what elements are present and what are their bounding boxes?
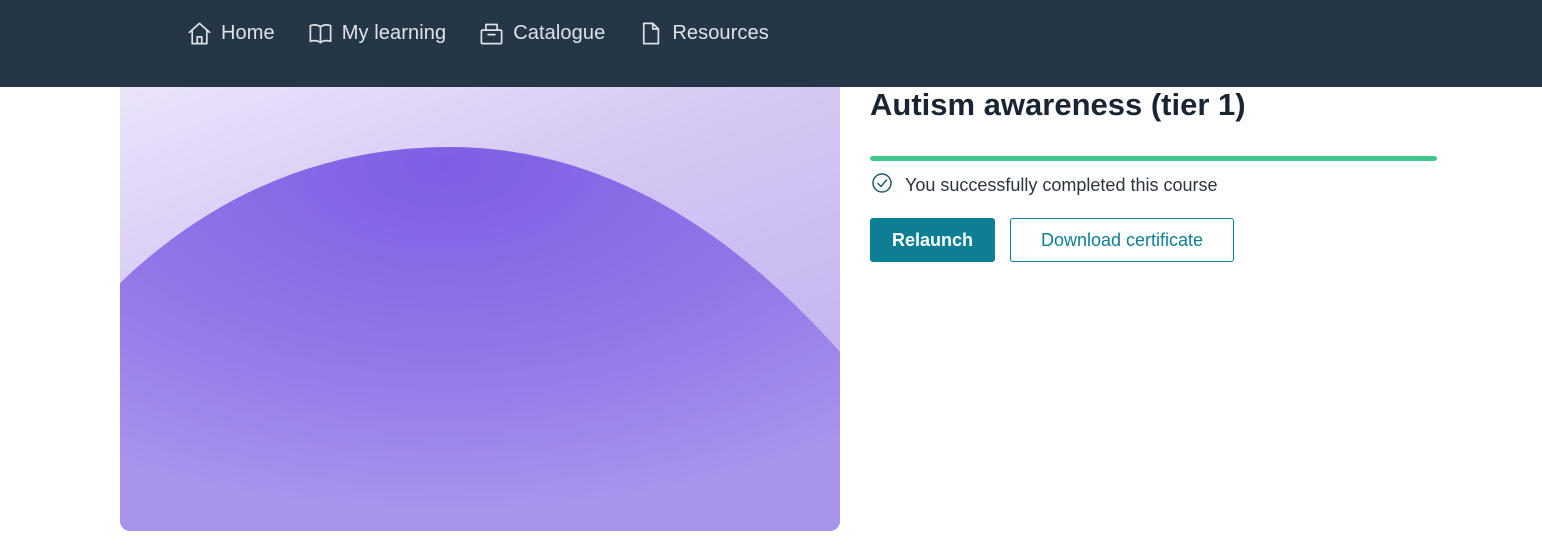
course-image bbox=[120, 87, 840, 531]
catalogue-icon bbox=[478, 20, 505, 47]
completion-status: You successfully completed this course bbox=[871, 172, 1218, 199]
course-title: Autism awareness (tier 1) bbox=[870, 87, 1246, 122]
check-circle-icon bbox=[871, 172, 893, 199]
completion-status-text: You successfully completed this course bbox=[905, 175, 1218, 195]
progress-bar-fill bbox=[870, 156, 1437, 161]
main-nav: Home My learning Catalogue Resources bbox=[186, 18, 769, 48]
course-actions: Relaunch Download certificate bbox=[870, 218, 1234, 262]
nav-item-my-learning[interactable]: My learning bbox=[307, 18, 446, 48]
page: Home My learning Catalogue Resources Aut… bbox=[0, 0, 1542, 547]
nav-catalogue-label: Catalogue bbox=[513, 21, 606, 44]
nav-home-label: Home bbox=[221, 21, 275, 44]
nav-my-learning-label: My learning bbox=[341, 21, 447, 44]
top-navigation-bar: Home My learning Catalogue Resources bbox=[0, 0, 1542, 87]
progress-bar bbox=[870, 156, 1437, 161]
nav-resources-label: Resources bbox=[672, 21, 769, 44]
download-certificate-button[interactable]: Download certificate bbox=[1010, 218, 1234, 262]
document-icon bbox=[637, 20, 664, 47]
nav-item-home[interactable]: Home bbox=[186, 18, 275, 48]
relaunch-button[interactable]: Relaunch bbox=[870, 218, 995, 262]
nav-item-resources[interactable]: Resources bbox=[637, 18, 769, 48]
nav-item-catalogue[interactable]: Catalogue bbox=[478, 18, 605, 48]
home-icon bbox=[186, 20, 213, 47]
book-icon bbox=[307, 20, 334, 47]
